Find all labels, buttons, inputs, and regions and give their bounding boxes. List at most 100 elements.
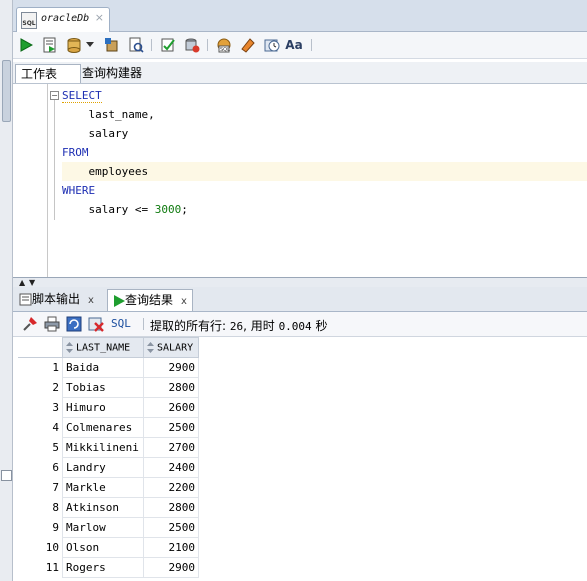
salary-cell[interactable]: 2200 xyxy=(143,477,199,498)
seconds-label: 秒 xyxy=(311,319,328,333)
run-script-icon[interactable] xyxy=(41,36,59,54)
last-name-cell[interactable]: Mikkilineni xyxy=(62,437,144,458)
tab-query-builder[interactable]: 查询构建器 xyxy=(77,64,147,82)
clear-icon[interactable] xyxy=(183,36,201,54)
autotrace-icon[interactable] xyxy=(159,36,177,54)
sql-editor[interactable]: − SELECT last_name, salary FROM employee… xyxy=(13,84,587,277)
script-output-icon xyxy=(19,293,32,306)
row-number: 3 xyxy=(18,397,63,418)
table-row[interactable]: 2 Tobias 2800 xyxy=(18,377,199,398)
salary-cell[interactable]: 2900 xyxy=(143,557,199,578)
pin-icon[interactable] xyxy=(21,315,39,333)
toolbar-separator xyxy=(143,318,144,330)
tab-worksheet[interactable]: 工作表 xyxy=(15,64,81,83)
close-tab-icon[interactable]: x xyxy=(181,296,187,307)
salary-cell[interactable]: 2900 xyxy=(143,357,199,378)
code-line: salary xyxy=(62,127,129,140)
chevron-down-icon[interactable] xyxy=(85,36,95,54)
table-row[interactable]: 8 Atkinson 2800 xyxy=(18,497,199,518)
rollback-icon[interactable] xyxy=(103,36,121,54)
eraser-icon[interactable] xyxy=(239,36,257,54)
sql-button[interactable]: SQL xyxy=(111,317,131,330)
salary-cell[interactable]: 2400 xyxy=(143,457,199,478)
time-label: , 用时 xyxy=(243,319,279,333)
fetch-status: 提取的所有行: 26, 用时 0.004 秒 xyxy=(150,317,328,334)
output-tabs: 脚本输出 x 查询结果 x xyxy=(13,287,587,312)
cancel-icon[interactable] xyxy=(87,315,105,333)
last-name-cell[interactable]: Markle xyxy=(62,477,144,498)
close-tab-icon[interactable]: x xyxy=(88,295,94,306)
salary-cell[interactable]: 2500 xyxy=(143,517,199,538)
table-row[interactable]: 1 Baida 2900 xyxy=(18,357,199,378)
row-number: 4 xyxy=(18,417,63,438)
row-number: 1 xyxy=(18,357,63,378)
collapse-up-icon[interactable]: ▲ xyxy=(19,279,25,287)
run-statement-icon xyxy=(114,294,125,307)
column-header-label: SALARY xyxy=(157,342,194,354)
last-name-cell[interactable]: Olson xyxy=(62,537,144,558)
table-row[interactable]: 11 Rogers 2900 xyxy=(18,557,199,578)
row-number: 6 xyxy=(18,457,63,478)
salary-cell[interactable]: 2500 xyxy=(143,417,199,438)
code-text: ; xyxy=(181,203,188,216)
toolbar-separator xyxy=(207,39,208,51)
fold-toggle-icon[interactable]: − xyxy=(50,91,59,100)
left-scrollbar-thumb[interactable] xyxy=(2,60,11,122)
tab-query-result[interactable]: 查询结果 x xyxy=(107,289,193,311)
print-icon[interactable] xyxy=(43,315,61,333)
commit-icon[interactable] xyxy=(65,36,83,54)
grid-header-row: LAST_NAME SALARY xyxy=(18,337,199,358)
column-header-salary[interactable]: SALARY xyxy=(143,337,199,358)
explain-plan-icon[interactable] xyxy=(127,36,145,54)
sql-tuning-icon[interactable]: SQL xyxy=(215,36,233,54)
row-number: 7 xyxy=(18,477,63,498)
row-count: 26 xyxy=(229,320,244,333)
row-number: 9 xyxy=(18,517,63,538)
worksheet-toolbar: SQL Aa xyxy=(13,32,587,59)
last-name-cell[interactable]: Atkinson xyxy=(62,497,144,518)
last-name-cell[interactable]: Tobias xyxy=(62,377,144,398)
toolbar-separator xyxy=(311,39,312,51)
salary-cell[interactable]: 2700 xyxy=(143,437,199,458)
last-name-cell[interactable]: Himuro xyxy=(62,397,144,418)
table-row[interactable]: 6 Landry 2400 xyxy=(18,457,199,478)
collapse-down-icon[interactable]: ▼ xyxy=(29,279,35,287)
table-row[interactable]: 9 Marlow 2500 xyxy=(18,517,199,538)
row-number: 5 xyxy=(18,437,63,458)
table-row[interactable]: 10 Olson 2100 xyxy=(18,537,199,558)
code-line: FROM xyxy=(62,143,587,162)
document-tab[interactable]: SQL oracleDb × xyxy=(16,7,110,32)
last-name-cell[interactable]: Marlow xyxy=(62,517,144,538)
table-row[interactable]: 7 Markle 2200 xyxy=(18,477,199,498)
tab-query-result-label: 查询结果 xyxy=(125,293,174,307)
salary-cell[interactable]: 2800 xyxy=(143,377,199,398)
salary-cell[interactable]: 2800 xyxy=(143,497,199,518)
last-name-cell[interactable]: Landry xyxy=(62,457,144,478)
refresh-icon[interactable] xyxy=(65,315,83,333)
salary-cell[interactable]: 2600 xyxy=(143,397,199,418)
code-line: WHERE xyxy=(62,181,587,200)
last-name-cell[interactable]: Colmenares xyxy=(62,417,144,438)
table-row[interactable]: 4 Colmenares 2500 xyxy=(18,417,199,438)
panel-marker-icon[interactable] xyxy=(1,470,12,481)
table-row[interactable]: 5 Mikkilineni 2700 xyxy=(18,437,199,458)
fetch-label: 提取的所有行: xyxy=(150,319,230,333)
row-number: 11 xyxy=(18,557,63,578)
table-row[interactable]: 3 Himuro 2600 xyxy=(18,397,199,418)
sql-keyword: FROM xyxy=(62,146,89,159)
history-icon[interactable] xyxy=(263,36,281,54)
column-header-last-name[interactable]: LAST_NAME xyxy=(62,337,144,358)
sql-code[interactable]: SELECT last_name, salary FROM employees … xyxy=(62,86,587,219)
run-statement-icon[interactable] xyxy=(17,36,35,54)
sql-keyword: WHERE xyxy=(62,184,96,197)
close-tab-icon[interactable]: × xyxy=(95,11,104,24)
left-panel-strip xyxy=(0,0,13,581)
format-icon[interactable]: Aa xyxy=(285,36,303,54)
elapsed-time: 0.004 xyxy=(278,320,312,333)
document-tab-title: oracleDb xyxy=(41,13,90,24)
salary-cell[interactable]: 2100 xyxy=(143,537,199,558)
tab-script-output[interactable]: 脚本输出 x xyxy=(19,289,94,310)
last-name-cell[interactable]: Rogers xyxy=(62,557,144,578)
last-name-cell[interactable]: Baida xyxy=(62,357,144,378)
current-code-line: employees xyxy=(62,162,587,181)
